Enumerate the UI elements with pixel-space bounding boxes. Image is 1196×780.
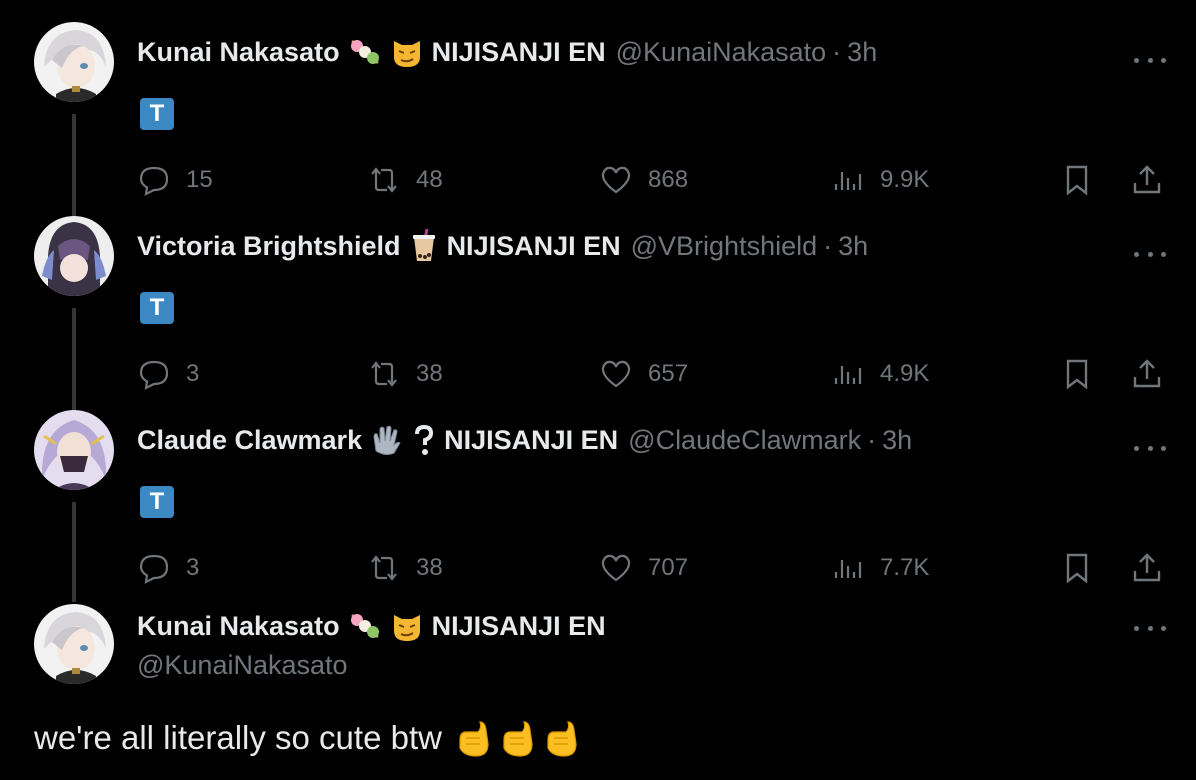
author-org: NIJISANJI EN: [431, 36, 606, 67]
cat-face-icon: [390, 609, 424, 643]
more-options-icon[interactable]: [1134, 622, 1166, 634]
views-button[interactable]: 7.7K: [830, 548, 929, 588]
avatar-victoria[interactable]: [34, 216, 114, 296]
reply-button[interactable]: 15: [136, 160, 213, 200]
like-count: 868: [648, 166, 689, 193]
author-name[interactable]: Kunai Nakasato: [137, 611, 340, 642]
share-icon[interactable]: [1130, 548, 1164, 588]
like-button[interactable]: 868: [598, 160, 688, 200]
glove-icon: [370, 423, 404, 457]
letter-t-badge: T: [140, 98, 174, 130]
views-count: 4.9K: [880, 360, 930, 387]
avatar-claude[interactable]: [34, 410, 114, 490]
tweet-text-content: we're all literally so cute btw: [34, 719, 442, 756]
reply-button[interactable]: 3: [136, 354, 199, 394]
more-options-icon[interactable]: [1134, 54, 1166, 66]
bookmark-icon[interactable]: [1060, 548, 1094, 588]
retweet-count: 48: [416, 166, 443, 193]
thread-tweet-1[interactable]: Kunai Nakasato NIJISANJI EN @KunaiNakasa…: [0, 22, 1196, 218]
author-name[interactable]: Victoria Brightshield: [137, 231, 401, 262]
thread-tweet-2[interactable]: Victoria Brightshield NIJISANJI EN @VBri…: [0, 216, 1196, 412]
separator: ·: [867, 424, 877, 455]
hand-with-index-finger-and-thumb-crossed-icon: [459, 721, 489, 757]
like-count: 657: [648, 360, 689, 387]
retweet-count: 38: [416, 554, 443, 581]
author-org: NIJISANJI EN: [444, 424, 619, 455]
author-org: NIJISANJI EN: [446, 230, 621, 261]
heart-icon: [601, 166, 631, 194]
reply-count: 15: [186, 166, 213, 193]
retweet-icon: [371, 555, 397, 581]
more-options-icon[interactable]: [1134, 248, 1166, 260]
bookmark-icon[interactable]: [1060, 160, 1094, 200]
thread-tweet-3[interactable]: Claude Clawmark NIJISANJI EN @ClaudeClaw…: [0, 410, 1196, 602]
reply-button[interactable]: 3: [136, 548, 199, 588]
hand-with-index-finger-and-thumb-crossed-icon: [503, 721, 533, 757]
avatar-kunai[interactable]: [34, 22, 114, 102]
separator: ·: [823, 230, 833, 261]
views-button[interactable]: 4.9K: [830, 354, 929, 394]
timestamp[interactable]: 3h: [882, 425, 912, 456]
tweet-header: Kunai Nakasato NIJISANJI EN @KunaiNakasa…: [137, 34, 877, 70]
retweet-button[interactable]: 48: [366, 160, 443, 200]
emoji-group: [456, 718, 580, 758]
retweet-count: 38: [416, 360, 443, 387]
letter-t-badge: T: [140, 292, 174, 324]
dango-icon: [348, 37, 382, 67]
share-icon[interactable]: [1130, 160, 1164, 200]
cat-face-icon: [390, 35, 424, 69]
reply-count: 3: [186, 554, 200, 581]
author-handle[interactable]: @VBrightshield: [631, 231, 818, 262]
like-button[interactable]: 657: [598, 354, 688, 394]
bubble-tea-icon: [409, 229, 439, 263]
author-org: NIJISANJI EN: [431, 610, 606, 641]
views-icon: [834, 366, 862, 384]
tweet-actions: 15 48 868 9.9K: [0, 160, 1196, 200]
views-count: 9.9K: [880, 166, 930, 193]
bookmark-icon[interactable]: [1060, 354, 1094, 394]
letter-t-badge: T: [140, 486, 174, 518]
heart-icon: [601, 554, 631, 582]
tweet-actions: 3 38 657 4.9K: [0, 354, 1196, 394]
question-mark-icon: [412, 423, 436, 457]
reply-icon: [139, 360, 169, 390]
timestamp[interactable]: 3h: [838, 231, 868, 262]
timestamp[interactable]: 3h: [847, 37, 877, 68]
dango-icon: [348, 611, 382, 641]
heart-icon: [601, 360, 631, 388]
author-handle[interactable]: @KunaiNakasato: [616, 37, 827, 68]
tweet-actions: 3 38 707 7.7K: [0, 548, 1196, 588]
reply-icon: [139, 554, 169, 584]
tweet-header: Claude Clawmark NIJISANJI EN @ClaudeClaw…: [137, 422, 912, 458]
author-name[interactable]: Claude Clawmark: [137, 425, 362, 456]
author-name[interactable]: Kunai Nakasato: [137, 37, 340, 68]
author-handle[interactable]: @ClaudeClawmark: [628, 425, 861, 456]
reply-icon: [139, 166, 169, 196]
main-tweet-header: Kunai Nakasato NIJISANJI EN: [137, 608, 606, 644]
like-count: 707: [648, 554, 689, 581]
retweet-icon: [371, 361, 397, 387]
hand-with-index-finger-and-thumb-crossed-icon: [547, 721, 577, 757]
author-handle[interactable]: @KunaiNakasato: [137, 650, 348, 681]
more-options-icon[interactable]: [1134, 442, 1166, 454]
avatar-kunai[interactable]: [34, 604, 114, 684]
views-icon: [834, 560, 862, 578]
views-icon: [834, 172, 862, 190]
retweet-button[interactable]: 38: [366, 354, 443, 394]
tweet-header: Victoria Brightshield NIJISANJI EN @VBri…: [137, 228, 868, 264]
like-button[interactable]: 707: [598, 548, 688, 588]
retweet-button[interactable]: 38: [366, 548, 443, 588]
views-count: 7.7K: [880, 554, 930, 581]
tweet-text: we're all literally so cute btw: [34, 718, 580, 758]
retweet-icon: [371, 167, 397, 193]
separator: ·: [832, 36, 842, 67]
reply-count: 3: [186, 360, 200, 387]
views-button[interactable]: 9.9K: [830, 160, 929, 200]
share-icon[interactable]: [1130, 354, 1164, 394]
